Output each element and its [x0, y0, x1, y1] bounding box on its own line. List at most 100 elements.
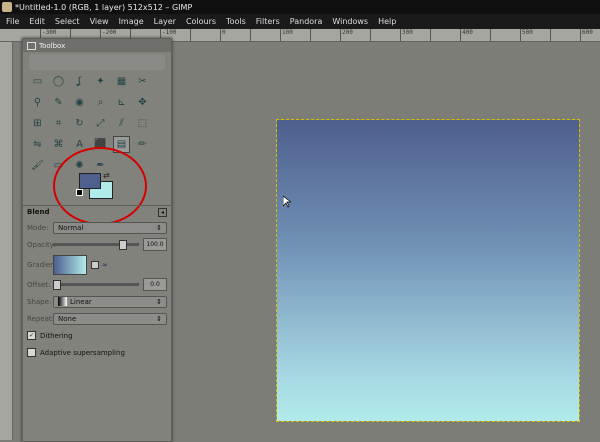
menu-tools[interactable]: Tools [221, 17, 251, 26]
scissors-tool-icon[interactable]: ✂ [134, 73, 151, 90]
wilber-drop-zone[interactable] [29, 54, 165, 70]
paths-tool-icon[interactable]: ✎ [50, 94, 67, 111]
adaptive-supersampling-checkbox[interactable] [27, 348, 36, 357]
title-bar: *Untitled-1.0 (RGB, 1 layer) 512x512 – G… [0, 0, 600, 14]
opacity-spinbutton[interactable]: 100.0 [143, 238, 167, 251]
gradient-row: Gradient: ∞ [23, 254, 171, 275]
shape-label: Shape: [27, 297, 52, 306]
menu-select[interactable]: Select [50, 17, 85, 26]
flip-tool-icon[interactable]: ⇋ [29, 136, 46, 153]
tool-options: Blend ◂ Mode: Normal ⇕ Opacity: 100.0 Gr… [23, 205, 171, 362]
opacity-label: Opacity: [27, 240, 56, 249]
dithering-row: ✓ Dithering [23, 328, 171, 343]
menu-file[interactable]: File [0, 17, 24, 26]
fuzzy-select-tool-icon[interactable]: ✦ [92, 73, 109, 90]
move-tool-icon[interactable]: ✥ [134, 94, 151, 111]
measure-tool-icon[interactable]: ⊾ [113, 94, 130, 111]
ruler-tick [310, 29, 312, 41]
mode-row: Mode: Normal ⇕ [23, 220, 171, 235]
toolbox-title: Toolbox [39, 41, 66, 50]
ruler-tick: 100 [280, 29, 293, 41]
dithering-checkbox[interactable]: ✓ [27, 331, 36, 340]
perspective-tool-icon[interactable]: ⬚ [134, 115, 151, 132]
shear-tool-icon[interactable]: ⫽ [113, 115, 130, 132]
window-title: *Untitled-1.0 (RGB, 1 layer) 512x512 – G… [15, 2, 193, 12]
free-select-tool-icon[interactable]: ʆ [71, 73, 88, 90]
reverse-checkbox[interactable] [91, 260, 99, 269]
opacity-row: Opacity: 100.0 [23, 237, 171, 252]
mode-select[interactable]: Normal ⇕ [53, 221, 167, 234]
offset-slider-knob[interactable] [53, 280, 61, 290]
combo-arrows-icon: ⇕ [156, 314, 162, 323]
menu-layer[interactable]: Layer [149, 17, 181, 26]
repeat-row: Repeat: None ⇕ [23, 311, 171, 326]
mouse-cursor-icon [283, 196, 291, 208]
ruler-tick [250, 29, 252, 41]
menu-bar: File Edit Select View Image Layer Colour… [0, 14, 600, 29]
rotate-tool-icon[interactable]: ↻ [71, 115, 88, 132]
ruler-tick [430, 29, 432, 41]
paintbrush-tool-icon[interactable]: 🖌 [29, 157, 46, 174]
shape-select[interactable]: Linear ⇕ [53, 295, 167, 308]
dock-icon [27, 41, 36, 50]
linear-gradient-icon [58, 297, 67, 306]
adaptive-label: Adaptive supersampling [40, 348, 125, 357]
ruler-tick: 0 [220, 29, 226, 41]
foreground-color-swatch[interactable] [79, 173, 101, 189]
crop-tool-icon[interactable]: ⌗ [50, 115, 67, 132]
select-by-color-tool-icon[interactable]: ▦ [113, 73, 130, 90]
align-tool-icon[interactable]: ⊞ [29, 115, 46, 132]
ellipse-select-tool-icon[interactable]: ◯ [50, 73, 67, 90]
ruler-tick [190, 29, 192, 41]
offset-slider[interactable] [53, 280, 139, 290]
rect-select-tool-icon[interactable]: ▭ [29, 73, 46, 90]
tool-options-title: Blend [27, 208, 50, 216]
combo-arrows-icon: ⇕ [156, 223, 162, 232]
repeat-select[interactable]: None ⇕ [53, 312, 167, 325]
menu-help[interactable]: Help [373, 17, 401, 26]
menu-edit[interactable]: Edit [24, 17, 50, 26]
pencil-tool-icon[interactable]: ✏ [134, 136, 151, 153]
tab-menu-icon[interactable]: ◂ [158, 207, 167, 217]
menu-view[interactable]: View [85, 17, 114, 26]
gradient-preview[interactable] [53, 254, 87, 275]
menu-filters[interactable]: Filters [251, 17, 285, 26]
menu-colours[interactable]: Colours [181, 17, 221, 26]
ruler-tick [490, 29, 492, 41]
combo-arrows-icon: ⇕ [156, 297, 162, 306]
offset-spinbutton[interactable]: 0.0 [143, 278, 167, 291]
toolbox-titlebar[interactable]: Toolbox [23, 39, 171, 52]
offset-label: Offset: [27, 280, 51, 289]
offset-row: Offset: 0.0 [23, 277, 171, 292]
dithering-label: Dithering [40, 331, 73, 340]
mode-label: Mode: [27, 223, 49, 232]
ruler-tick: 400 [460, 29, 473, 41]
mode-value: Normal [58, 223, 84, 232]
ruler-tick [370, 29, 372, 41]
ruler-tick: 300 [400, 29, 413, 41]
ruler-tick: 600 [580, 29, 593, 41]
opacity-slider-knob[interactable] [119, 240, 127, 250]
color-picker-tool-icon[interactable]: ◉ [71, 94, 88, 111]
menu-windows[interactable]: Windows [327, 17, 373, 26]
scale-tool-icon[interactable]: ⤢ [92, 115, 109, 132]
image-canvas[interactable] [276, 119, 580, 422]
link-icon[interactable]: ∞ [102, 261, 108, 269]
ruler-tick: 200 [340, 29, 353, 41]
adaptive-row: Adaptive supersampling [23, 345, 171, 360]
toolbox-panel: Toolbox ▭ ◯ ʆ ✦ ▦ ✂ ⚲ ✎ ◉ ⌕ ⊾ ✥ ⊞ ⌗ ↻ ⤢ ⫽ ⬚ ⇋ ⌘ A ⬛ ▤ ✏ 🖌 ▭ ✺ ✒ ⇄ B… [22, 38, 172, 442]
repeat-value: None [58, 314, 77, 323]
gradient-label: Gradient: [27, 260, 60, 269]
menu-pandora[interactable]: Pandora [285, 17, 328, 26]
cage-tool-icon[interactable]: ⌘ [50, 136, 67, 153]
foreground-select-tool-icon[interactable]: ⚲ [29, 94, 46, 111]
ruler-tick [550, 29, 552, 41]
vertical-ruler[interactable] [0, 42, 13, 440]
opacity-slider[interactable] [53, 240, 139, 250]
ruler-tick: 500 [520, 29, 533, 41]
menu-image[interactable]: Image [114, 17, 149, 26]
zoom-tool-icon[interactable]: ⌕ [92, 94, 109, 111]
shape-row: Shape: Linear ⇕ [23, 294, 171, 309]
shape-value: Linear [70, 297, 92, 306]
gimp-icon [2, 2, 12, 12]
